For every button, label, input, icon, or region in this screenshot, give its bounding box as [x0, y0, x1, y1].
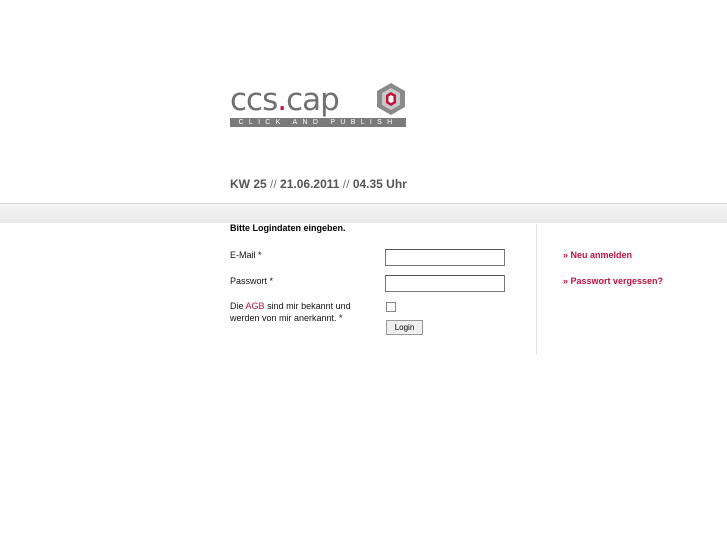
- date-line: KW 25 // 21.06.2011 // 04.35 Uhr: [230, 177, 407, 191]
- header-band: [0, 203, 727, 223]
- logo: ccs.cap CLICK AND PUBLISH: [230, 82, 410, 130]
- login-button[interactable]: Login: [386, 320, 423, 335]
- column-divider: [536, 224, 537, 354]
- agb-link[interactable]: AGB: [246, 301, 265, 311]
- agb-checkbox[interactable]: [386, 302, 396, 312]
- register-link[interactable]: » Neu anmelden: [563, 250, 632, 260]
- logo-tagline: CLICK AND PUBLISH: [230, 118, 406, 127]
- password-label: Passwort *: [230, 276, 274, 286]
- logo-name: ccs: [230, 82, 278, 118]
- calendar-week: KW 25: [230, 177, 267, 191]
- form-title: Bitte Logindaten eingeben.: [230, 223, 346, 233]
- logo-dot: .: [277, 82, 287, 118]
- date-day: 21.06.2011: [280, 177, 340, 191]
- date-time: 04.35 Uhr: [352, 177, 407, 191]
- logo-suffix: cap: [286, 82, 340, 118]
- date-separator: //: [342, 177, 350, 191]
- agb-prefix: Die: [230, 301, 244, 311]
- date-separator: //: [270, 177, 277, 191]
- email-label: E-Mail *: [230, 250, 262, 260]
- logo-emblem-icon: [377, 83, 405, 115]
- password-field[interactable]: [385, 275, 505, 292]
- logo-wordmark: ccs.cap: [230, 82, 340, 118]
- forgot-password-link[interactable]: » Passwort vergessen?: [563, 276, 663, 286]
- agb-consent-text: Die AGB sind mir bekannt und werden von …: [230, 300, 380, 324]
- email-field[interactable]: [385, 249, 505, 266]
